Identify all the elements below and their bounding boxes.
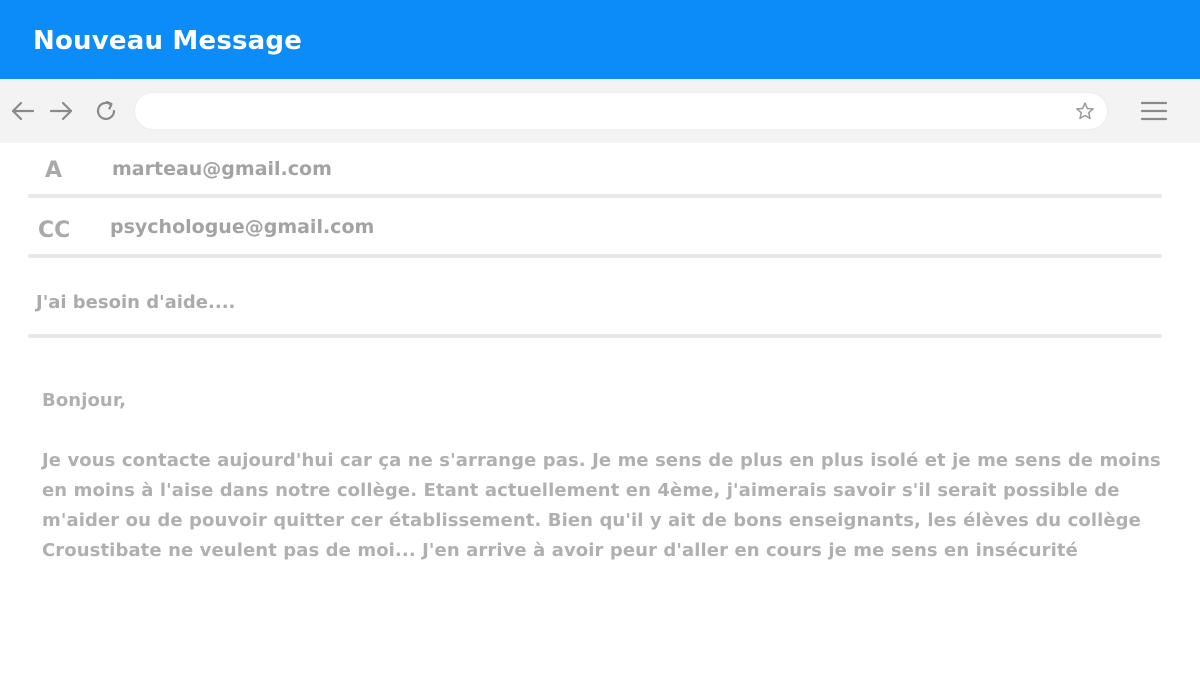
subject-field[interactable]: J'ai besoin d'aide.... [36,292,235,313]
cc-divider [28,254,1162,258]
message-line: m'aider ou de pouvoir quitter cer établi… [42,510,1141,531]
to-divider [28,194,1162,198]
subject-divider [28,334,1162,338]
arrow-left-icon[interactable] [10,98,36,124]
address-input[interactable] [153,93,1057,131]
to-recipient[interactable]: marteau@gmail.com [112,158,332,180]
cc-label: CC [38,218,71,243]
to-label: A [45,158,63,183]
message-line: Croustibate ne veulent pas de moi... J'e… [42,540,1078,561]
star-icon[interactable] [1075,101,1095,121]
message-greeting: Bonjour, [42,390,127,411]
window-title: Nouveau Message [33,26,303,56]
reload-icon[interactable] [94,98,120,124]
message-line: Je vous contacte aujourd'hui car ça ne s… [42,450,1161,471]
hamburger-menu-icon[interactable] [1140,99,1168,123]
address-bar[interactable] [135,93,1107,131]
arrow-right-icon[interactable] [48,98,74,124]
message-line: en moins à l'aise dans notre collège. Et… [42,480,1120,501]
browser-toolbar [0,79,1200,143]
cc-recipient[interactable]: psychologue@gmail.com [110,216,374,238]
email-compose-window: Nouveau Message A marteau@gmail.com CC p… [0,0,1200,676]
title-bar: Nouveau Message [0,0,1200,79]
